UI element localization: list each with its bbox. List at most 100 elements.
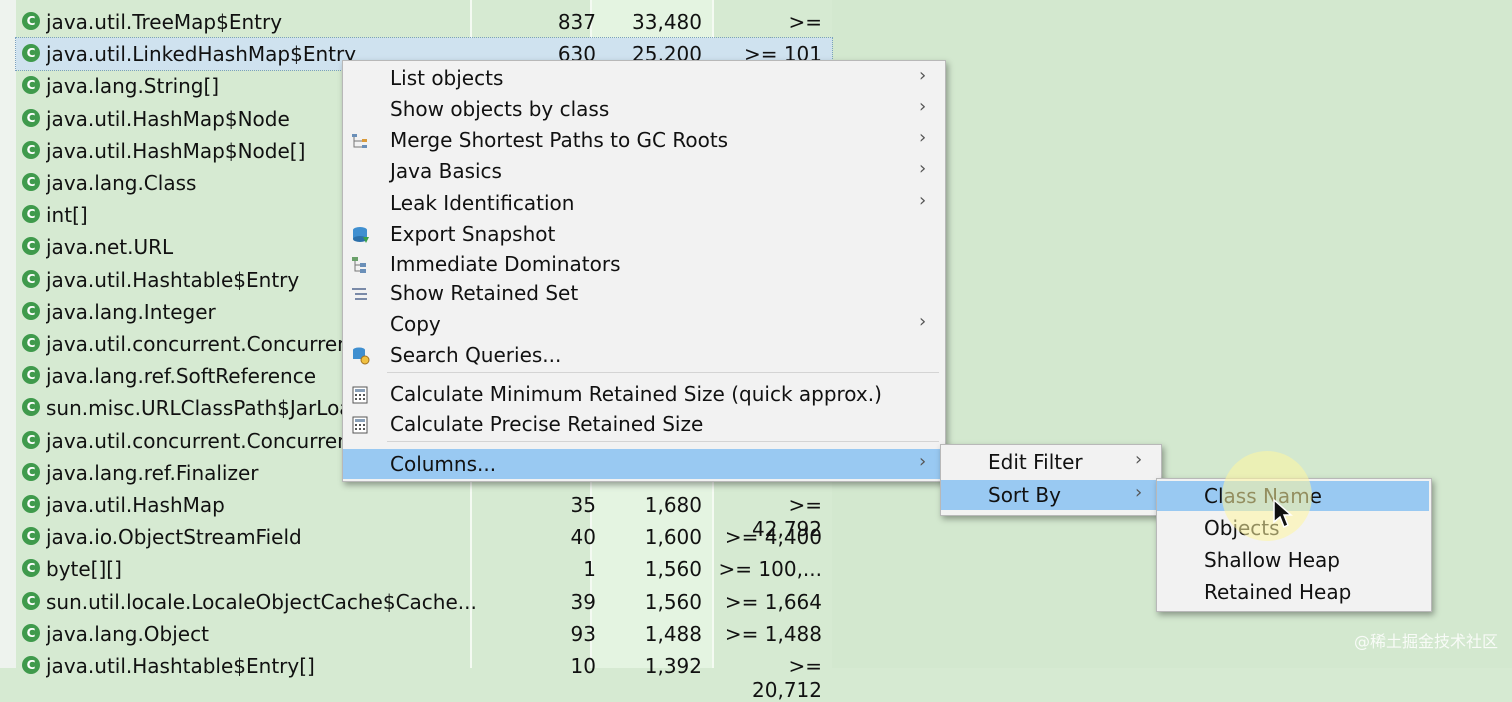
objects-cell: 40 — [570, 525, 596, 550]
menu-separator — [387, 372, 939, 373]
submenu-arrow-icon: › — [919, 127, 927, 148]
class-icon: C — [22, 44, 40, 63]
retained-set-icon — [351, 284, 369, 302]
class-name-cell: java.io.ObjectStreamField — [46, 525, 302, 550]
table-row[interactable]: Cbyte[][] 1 1,560 >= 100,... — [16, 553, 832, 585]
retained-heap-cell: >= 4,400 — [724, 525, 822, 550]
menu-separator — [387, 441, 939, 442]
menu-item-label: Columns... — [390, 452, 497, 476]
class-icon: C — [22, 205, 40, 224]
submenu-arrow-icon: › — [919, 190, 927, 211]
shallow-heap-cell: 1,680 — [644, 493, 702, 517]
menu-item-columns[interactable]: Columns... › — [343, 449, 943, 479]
menu-item-sort-by[interactable]: Sort By › — [941, 480, 1159, 510]
class-name-cell: java.util.Hashtable$Entry[] — [46, 654, 315, 678]
menu-item-label: Immediate Dominators — [390, 252, 621, 276]
context-menu: List objects › Show objects by class › Merge… — [342, 60, 946, 482]
class-name-cell: java.util.HashMap — [46, 493, 225, 517]
class-icon: C — [22, 334, 40, 352]
menu-item-label: List objects — [390, 66, 504, 90]
sort-by-retained-heap[interactable]: Retained Heap — [1157, 577, 1429, 607]
menu-item-calculate-precise-retained-size[interactable]: Calculate Precise Retained Size — [343, 409, 943, 439]
table-row[interactable]: Cjava.io.ObjectStreamField 40 1,600 >= 4,40… — [16, 521, 832, 553]
menu-item-label: Calculate Minimum Retained Size (quick a… — [390, 382, 882, 406]
table-row[interactable]: Cjava.util.HashMap 35 1,680 >= 42,792 — [16, 489, 832, 541]
search-queries-icon — [351, 346, 370, 365]
submenu-arrow-icon: › — [1135, 449, 1143, 470]
menu-item-export-snapshot[interactable]: Export Snapshot — [343, 219, 943, 249]
table-left-gutter — [0, 0, 16, 668]
submenu-arrow-icon: › — [919, 311, 927, 332]
submenu-arrow-icon: › — [919, 65, 927, 86]
menu-item-edit-filter[interactable]: Edit Filter › — [941, 447, 1159, 477]
cursor-highlight — [1222, 451, 1312, 541]
shallow-heap-cell: 1,488 — [644, 621, 702, 646]
menu-item-leak-identification[interactable]: Leak Identification › — [343, 188, 943, 218]
class-name-cell: java.lang.Object — [46, 621, 209, 646]
menu-item-merge-shortest-paths-to-gc-roots[interactable]: Merge Shortest Paths to GC Roots › — [343, 125, 943, 155]
menu-item-label: Sort By — [988, 483, 1061, 507]
calculator-icon — [351, 415, 369, 434]
menu-item-copy[interactable]: Copy › — [343, 309, 943, 339]
menu-item-list-objects[interactable]: List objects › — [343, 63, 943, 93]
objects-cell: 35 — [570, 493, 596, 517]
class-name-cell: java.util.TreeMap$Entry — [46, 10, 283, 34]
retained-heap-cell: >= 1,488 — [724, 621, 822, 646]
shallow-heap-cell: 1,560 — [644, 589, 702, 614]
columns-submenu: Edit Filter › Sort By › — [940, 444, 1162, 516]
menu-item-label: Retained Heap — [1204, 580, 1352, 604]
table-row[interactable]: Cjava.util.TreeMap$Entry83733,480>= 42,5… — [16, 6, 832, 58]
submenu-arrow-icon: › — [919, 96, 927, 117]
class-icon: C — [22, 623, 40, 642]
watermark: @稀土掘金技术社区 — [1353, 632, 1498, 651]
class-icon: C — [22, 398, 40, 417]
class-icon: C — [22, 462, 40, 481]
menu-item-immediate-dominators[interactable]: Immediate Dominators — [343, 249, 943, 279]
menu-item-label: Edit Filter — [988, 450, 1083, 474]
class-icon: C — [22, 12, 40, 30]
class-icon: C — [22, 527, 40, 546]
objects-cell: 1 — [583, 557, 596, 582]
class-icon: C — [22, 76, 40, 95]
table-row[interactable]: Csun.util.locale.LocaleObjectCache$Cache… — [16, 586, 832, 618]
shallow-heap-cell: 1,600 — [644, 525, 702, 550]
class-icon: C — [22, 237, 40, 256]
menu-item-label: Shallow Heap — [1204, 548, 1340, 572]
class-name-cell: sun.util.locale.LocaleObjectCache$Cache.… — [46, 589, 477, 614]
table-row[interactable]: Cjava.lang.Object 93 1,488 >= 1,488 — [16, 618, 832, 650]
menu-item-label: Show Retained Set — [390, 281, 579, 305]
sort-by-shallow-heap[interactable]: Shallow Heap — [1157, 545, 1429, 575]
class-icon: C — [22, 430, 40, 449]
menu-item-label: Java Basics — [390, 159, 502, 183]
retained-heap-cell: >= 1,664 — [724, 589, 822, 614]
objects-cell: 10 — [570, 654, 596, 678]
class-icon: C — [22, 173, 40, 191]
menu-item-show-objects-by-class[interactable]: Show objects by class › — [343, 94, 943, 124]
class-icon: C — [22, 591, 40, 610]
class-icon: C — [22, 108, 40, 127]
menu-item-label: Search Queries... — [390, 343, 562, 367]
export-snapshot-icon — [351, 225, 369, 243]
class-icon: C — [22, 366, 40, 385]
menu-item-label: Show objects by class — [390, 97, 610, 121]
submenu-arrow-icon: › — [919, 451, 927, 472]
class-icon: C — [22, 301, 40, 320]
menu-item-search-queries[interactable]: Search Queries... — [343, 340, 943, 370]
shallow-heap-cell: 1,560 — [644, 557, 702, 582]
menu-item-java-basics[interactable]: Java Basics › — [343, 156, 943, 186]
class-icon: C — [22, 495, 40, 513]
menu-item-label: Leak Identification — [390, 191, 575, 215]
menu-item-label: Merge Shortest Paths to GC Roots — [390, 128, 729, 152]
table-row[interactable]: Cjava.util.Hashtable$Entry[] 10 1,392 >= 20… — [16, 650, 832, 702]
class-icon: C — [22, 269, 40, 288]
dominators-icon — [351, 255, 369, 273]
menu-item-calculate-minimum-retained-size-quick-approx[interactable]: Calculate Minimum Retained Size (quick a… — [343, 379, 943, 409]
menu-item-show-retained-set[interactable]: Show Retained Set — [343, 278, 943, 308]
menu-item-label: Copy — [390, 312, 441, 336]
shallow-heap-cell: 1,392 — [644, 654, 702, 678]
class-icon: C — [22, 656, 40, 674]
calculator-icon — [351, 385, 369, 404]
objects-cell: 837 — [557, 10, 596, 34]
menu-item-label: Calculate Precise Retained Size — [390, 412, 704, 436]
retained-heap-cell: >= 20,712 — [752, 654, 822, 702]
